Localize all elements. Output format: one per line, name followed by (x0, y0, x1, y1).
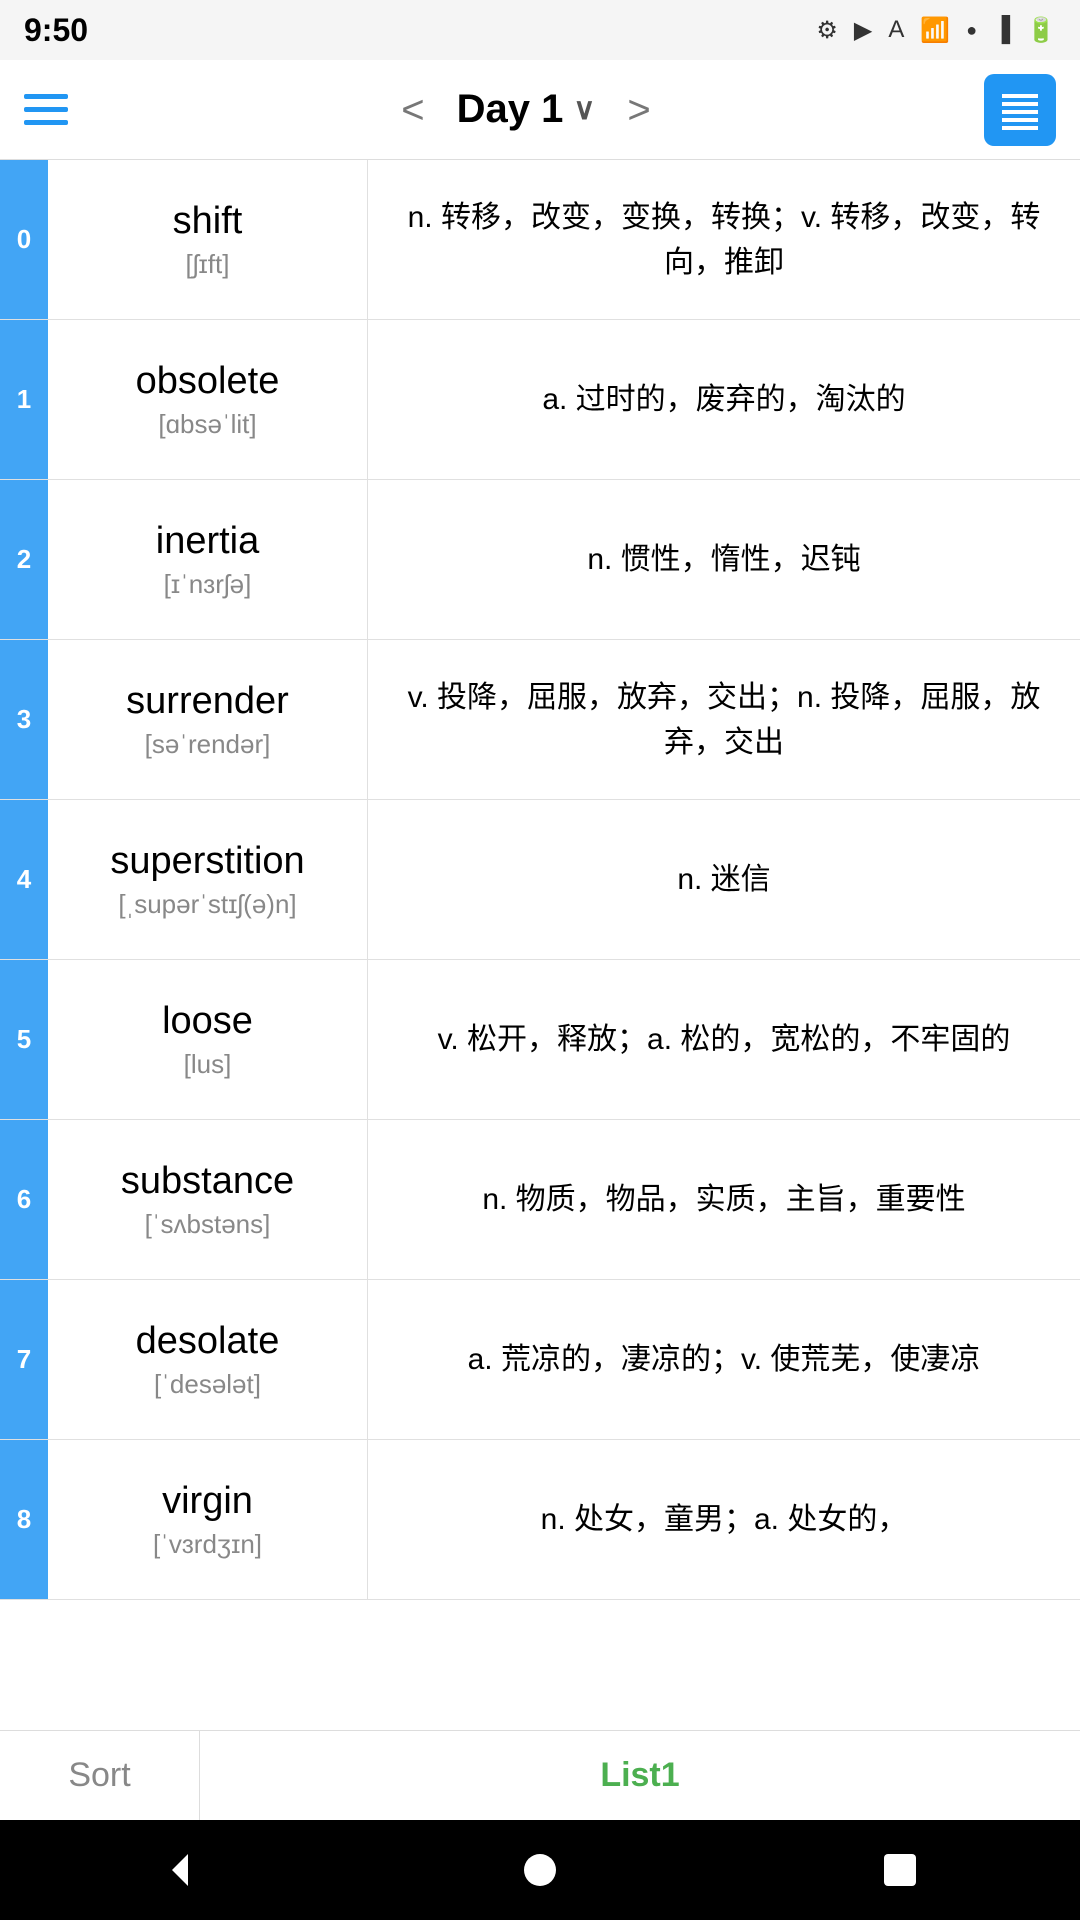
wifi-icon: 📶 (920, 16, 950, 45)
day-title[interactable]: Day 1 ∨ (457, 87, 596, 132)
word-phonetic: [lus] (184, 1049, 232, 1080)
word-english: inertia (156, 520, 260, 563)
list1-tab-label: List1 (600, 1756, 679, 1795)
word-english: loose (162, 1000, 253, 1043)
nav-bar (0, 1820, 1080, 1920)
row-definition: v. 投降，屈服，放弃，交出；n. 投降，屈服，放弃，交出 (368, 640, 1080, 799)
row-word: substance [ˈsʌbstəns] (48, 1120, 368, 1279)
word-phonetic: [ˈdesələt] (154, 1369, 261, 1400)
word-english: shift (173, 200, 243, 243)
word-row[interactable]: 7 desolate [ˈdesələt] a. 荒凉的，凄凉的；v. 使荒芜，使凄凉 (0, 1280, 1080, 1440)
a-icon: A (888, 16, 904, 44)
battery-icon: 🔋 (1026, 16, 1056, 45)
word-phonetic: [ˈsʌbstəns] (145, 1209, 271, 1240)
bottom-tabs: Sort List1 (0, 1730, 1080, 1820)
row-index: 3 (0, 640, 48, 799)
status-time: 9:50 (24, 12, 88, 49)
back-nav-icon (156, 1846, 204, 1894)
word-phonetic: [ˈvɜrdʒɪn] (153, 1529, 262, 1560)
row-word: inertia [ɪˈnɜrʃə] (48, 480, 368, 639)
menu-button[interactable] (24, 94, 68, 125)
status-icons: ⚙ ▶ A 📶 ● ▐ 🔋 (816, 16, 1056, 45)
toolbar: < Day 1 ∨ > (0, 60, 1080, 160)
row-index: 7 (0, 1280, 48, 1439)
gear-icon: ⚙ (816, 16, 838, 45)
row-word: superstition [ˌsupərˈstɪʃ(ə)n] (48, 800, 368, 959)
word-phonetic: [ˌsupərˈstɪʃ(ə)n] (118, 889, 296, 920)
recent-nav-icon (876, 1846, 924, 1894)
row-word: shift [ʃɪft] (48, 160, 368, 319)
word-phonetic: [ɑbsəˈlit] (158, 409, 256, 440)
row-word: obsolete [ɑbsəˈlit] (48, 320, 368, 479)
prev-button[interactable]: < (401, 90, 424, 130)
word-english: obsolete (136, 360, 280, 403)
row-index: 5 (0, 960, 48, 1119)
row-word: surrender [səˈrendər] (48, 640, 368, 799)
sort-tab[interactable]: Sort (0, 1731, 200, 1820)
row-definition: n. 转移，改变，变换，转换；v. 转移，改变，转向，推卸 (368, 160, 1080, 319)
word-row[interactable]: 8 virgin [ˈvɜrdʒɪn] n. 处女，童男；a. 处女的， (0, 1440, 1080, 1600)
word-row[interactable]: 3 surrender [səˈrendər] v. 投降，屈服，放弃，交出；n. 投… (0, 640, 1080, 800)
row-index: 1 (0, 320, 48, 479)
day-title-text: Day 1 (457, 87, 564, 132)
word-row[interactable]: 5 loose [lus] v. 松开，释放；a. 松的，宽松的，不牢固的 (0, 960, 1080, 1120)
word-list: 0 shift [ʃɪft] n. 转移，改变，变换，转换；v. 转移，改变，转向，推… (0, 160, 1080, 1730)
word-english: virgin (162, 1480, 253, 1523)
word-phonetic: [ɪˈnɜrʃə] (164, 569, 252, 600)
play-icon: ▶ (854, 16, 872, 45)
word-row[interactable]: 4 superstition [ˌsupərˈstɪʃ(ə)n] n. 迷信 (0, 800, 1080, 960)
toolbar-center: < Day 1 ∨ > (401, 87, 650, 132)
word-row[interactable]: 6 substance [ˈsʌbstəns] n. 物质，物品，实质，主旨，重要性 (0, 1120, 1080, 1280)
word-english: substance (121, 1160, 294, 1203)
row-index: 0 (0, 160, 48, 319)
row-word: loose [lus] (48, 960, 368, 1119)
word-phonetic: [ʃɪft] (186, 249, 230, 280)
row-definition: n. 迷信 (368, 800, 1080, 959)
row-index: 4 (0, 800, 48, 959)
chevron-down-icon: ∨ (573, 92, 595, 127)
back-nav-button[interactable] (156, 1846, 204, 1894)
row-index: 6 (0, 1120, 48, 1279)
word-english: desolate (136, 1320, 280, 1363)
row-index: 2 (0, 480, 48, 639)
row-definition: n. 惯性，惰性，迟钝 (368, 480, 1080, 639)
list1-tab[interactable]: List1 (200, 1731, 1080, 1820)
row-definition: n. 物质，物品，实质，主旨，重要性 (368, 1120, 1080, 1279)
row-index: 8 (0, 1440, 48, 1599)
list-view-button[interactable] (984, 74, 1056, 146)
home-nav-icon (516, 1846, 564, 1894)
word-english: surrender (126, 680, 289, 723)
row-definition: n. 处女，童男；a. 处女的， (368, 1440, 1080, 1599)
signal-icon: ▐ (993, 16, 1010, 44)
word-row[interactable]: 0 shift [ʃɪft] n. 转移，改变，变换，转换；v. 转移，改变，转向，推… (0, 160, 1080, 320)
recent-nav-button[interactable] (876, 1846, 924, 1894)
sort-tab-label: Sort (68, 1756, 130, 1795)
home-nav-button[interactable] (516, 1846, 564, 1894)
word-phonetic: [səˈrendər] (145, 729, 271, 760)
word-row[interactable]: 2 inertia [ɪˈnɜrʃə] n. 惯性，惰性，迟钝 (0, 480, 1080, 640)
row-definition: a. 荒凉的，凄凉的；v. 使荒芜，使凄凉 (368, 1280, 1080, 1439)
row-definition: v. 松开，释放；a. 松的，宽松的，不牢固的 (368, 960, 1080, 1119)
row-word: desolate [ˈdesələt] (48, 1280, 368, 1439)
row-definition: a. 过时的，废弃的，淘汰的 (368, 320, 1080, 479)
next-button[interactable]: > (627, 90, 650, 130)
list-icon (996, 86, 1044, 134)
dot-icon: ● (966, 20, 977, 41)
row-word: virgin [ˈvɜrdʒɪn] (48, 1440, 368, 1599)
status-bar: 9:50 ⚙ ▶ A 📶 ● ▐ 🔋 (0, 0, 1080, 60)
word-english: superstition (110, 840, 304, 883)
word-row[interactable]: 1 obsolete [ɑbsəˈlit] a. 过时的，废弃的，淘汰的 (0, 320, 1080, 480)
